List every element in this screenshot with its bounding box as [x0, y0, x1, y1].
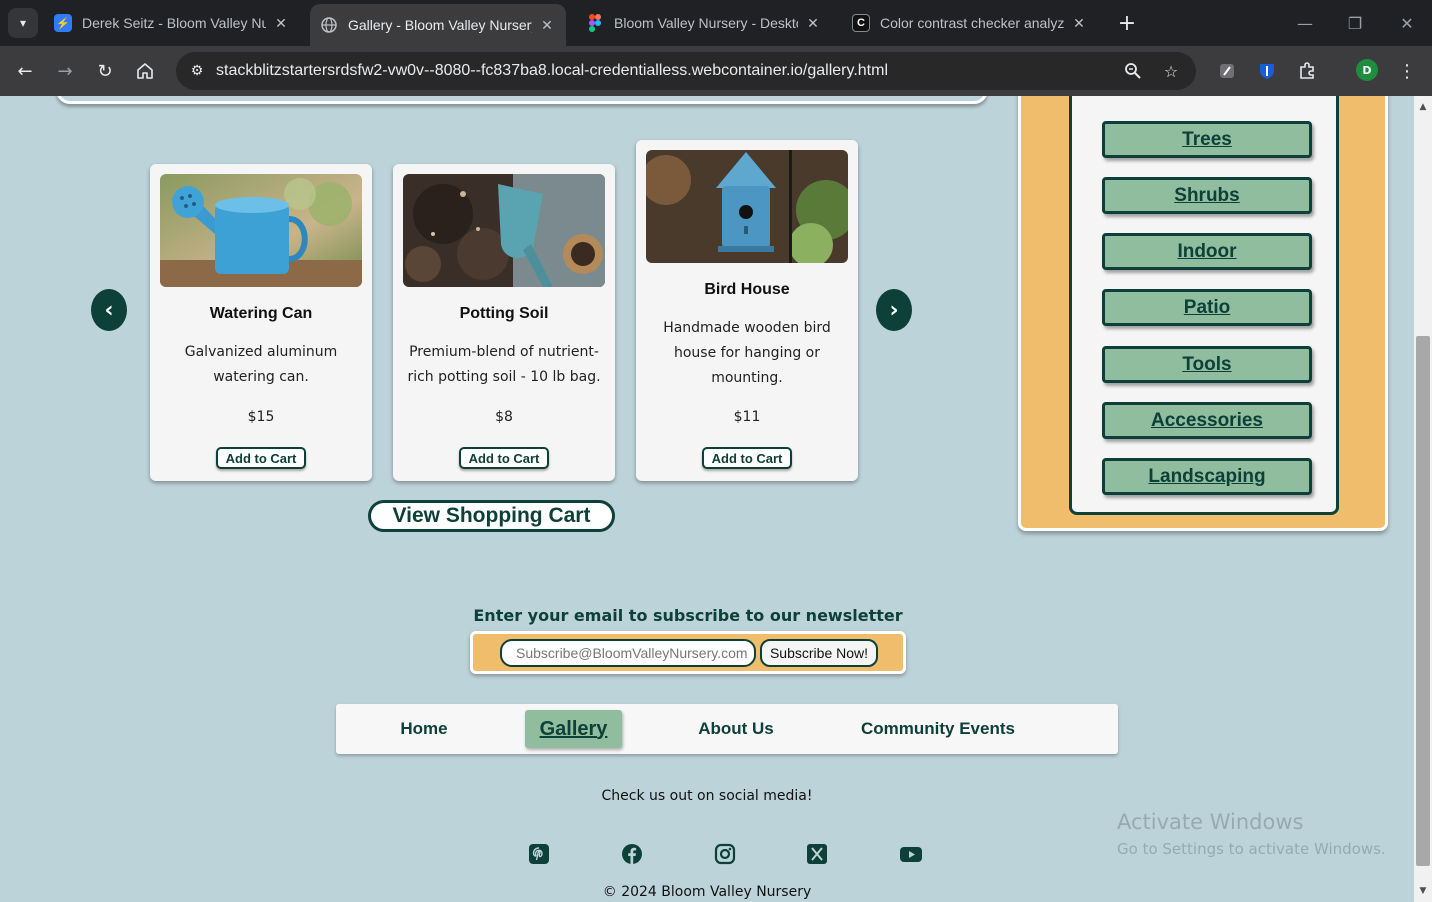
product-description: Galvanized aluminum watering can.: [184, 344, 338, 385]
tab-gallery[interactable]: Gallery - Bloom Valley Nursery ✕: [310, 4, 566, 46]
subscribe-button[interactable]: Subscribe Now!: [760, 639, 878, 667]
tab-figma[interactable]: Bloom Valley Nursery - Desktop ✕: [576, 7, 832, 39]
scrollbar-thumb[interactable]: [1416, 336, 1430, 866]
close-icon[interactable]: ✕: [538, 16, 556, 34]
minimize-button[interactable]: —: [1290, 8, 1320, 38]
category-patio[interactable]: Patio: [1102, 289, 1312, 326]
more-menu-icon[interactable]: ⋮: [1394, 58, 1420, 84]
bird-house-image: [646, 150, 848, 263]
tab-derek-seitz[interactable]: ⚡ Derek Seitz - Bloom Valley Nurs ✕: [44, 7, 300, 39]
youtube-icon[interactable]: [899, 843, 923, 865]
url-text[interactable]: stackblitzstartersrdsfw2-vw0v--8080--fc8…: [216, 62, 888, 80]
browser-toolbar: ← → ↻ ⚙ stackblitzstartersrdsfw2-vw0v--8…: [0, 46, 1432, 96]
scroll-up-icon[interactable]: ▲: [1416, 100, 1430, 114]
page-scrollbar[interactable]: ▲ ▼: [1414, 96, 1432, 902]
potting-soil-image: [403, 174, 605, 287]
close-icon[interactable]: ✕: [1070, 14, 1088, 32]
category-indoor[interactable]: Indoor: [1102, 233, 1312, 270]
site-info-icon[interactable]: ⚙: [184, 58, 210, 84]
scroll-down-icon[interactable]: ▼: [1416, 884, 1430, 898]
carousel-next-button[interactable]: ›: [876, 289, 912, 331]
product-description: Handmade wooden bird house for hanging o…: [663, 320, 831, 386]
globe-icon: [320, 16, 338, 34]
add-to-cart-button[interactable]: Add to Cart: [702, 447, 792, 469]
tab-title: Gallery - Bloom Valley Nursery: [348, 17, 532, 33]
new-tab-button[interactable]: +: [1114, 10, 1140, 36]
product-price: $11: [733, 409, 761, 425]
nav-about-us[interactable]: About Us: [676, 704, 796, 754]
extension-feather-icon[interactable]: [1214, 58, 1240, 84]
instagram-icon[interactable]: [714, 843, 736, 865]
close-icon[interactable]: ✕: [272, 14, 290, 32]
contrast-icon: C: [852, 14, 870, 32]
figma-icon: [586, 14, 604, 32]
category-shrubs[interactable]: Shrubs: [1102, 177, 1312, 214]
gallery-page: ‹ › Watering Can Galvanized aluminum wat: [0, 96, 1414, 902]
content-frame: [56, 96, 988, 104]
social-media-text: Check us out on social media!: [601, 788, 813, 804]
watering-can-image: [160, 174, 362, 287]
nav-home[interactable]: Home: [366, 704, 482, 754]
copyright-text: © 2024 Bloom Valley Nursery: [602, 884, 812, 900]
product-name: Bird House: [704, 281, 790, 298]
view-shopping-cart-button[interactable]: View Shopping Cart: [368, 500, 615, 532]
reload-icon[interactable]: ↻: [90, 56, 120, 86]
zoom-icon[interactable]: [1120, 58, 1146, 84]
activate-windows-title: Activate Windows: [1117, 810, 1304, 834]
tab-contrast-checker[interactable]: C Color contrast checker analyzer ✕: [842, 7, 1098, 39]
bolt-icon: ⚡: [54, 14, 72, 32]
product-card-bird-house: Bird House Handmade wooden bird house fo…: [636, 140, 858, 481]
product-card-potting-soil: Potting Soil Premium-blend of nutrient-r…: [393, 164, 615, 481]
forward-arrow-icon[interactable]: →: [50, 56, 80, 86]
product-card-watering-can: Watering Can Galvanized aluminum waterin…: [150, 164, 372, 481]
carousel-prev-button[interactable]: ‹: [91, 289, 127, 331]
tab-title: Derek Seitz - Bloom Valley Nurs: [82, 15, 266, 31]
product-description: Premium-blend of nutrient-rich potting s…: [407, 344, 601, 385]
tab-title: Color contrast checker analyzer: [880, 15, 1064, 31]
activate-windows-subtitle: Go to Settings to activate Windows.: [1117, 840, 1386, 858]
category-tools[interactable]: Tools: [1102, 346, 1312, 383]
extensions-puzzle-icon[interactable]: [1294, 58, 1320, 84]
nav-gallery[interactable]: Gallery: [525, 710, 622, 748]
category-landscaping[interactable]: Landscaping: [1102, 458, 1312, 495]
close-icon[interactable]: ✕: [804, 14, 822, 32]
close-window-button[interactable]: ✕: [1392, 8, 1422, 38]
nav-community-events[interactable]: Community Events: [848, 704, 1028, 754]
restore-button[interactable]: ❐: [1340, 8, 1370, 38]
category-trees[interactable]: Trees: [1102, 121, 1312, 158]
bookmark-star-icon[interactable]: ☆: [1158, 58, 1184, 84]
footer-nav: Home Gallery About Us Community Events: [336, 704, 1118, 754]
product-name: Potting Soil: [459, 305, 549, 322]
add-to-cart-button[interactable]: Add to Cart: [459, 447, 549, 469]
shield-icon[interactable]: [1254, 58, 1280, 84]
browser-tab-strip: ▾ ⚡ Derek Seitz - Bloom Valley Nurs ✕ Ga…: [0, 0, 1432, 46]
newsletter-label: Enter your email to subscribe to our new…: [473, 606, 903, 625]
category-list: Trees Shrubs Indoor Patio Tools Accessor…: [1069, 96, 1339, 515]
product-price: $15: [247, 409, 275, 425]
category-sidebar: Trees Shrubs Indoor Patio Tools Accessor…: [1018, 96, 1388, 531]
home-icon[interactable]: [130, 56, 160, 86]
profile-avatar[interactable]: D: [1356, 59, 1378, 81]
facebook-icon[interactable]: [621, 843, 643, 865]
tab-title: Bloom Valley Nursery - Desktop: [614, 15, 798, 31]
newsletter-form: Subscribe Now!: [470, 631, 906, 674]
back-arrow-icon[interactable]: ←: [10, 56, 40, 86]
tab-search-button[interactable]: ▾: [8, 8, 38, 38]
pinterest-icon[interactable]: [528, 843, 550, 865]
email-input[interactable]: [500, 639, 756, 667]
address-bar[interactable]: ⚙ stackblitzstartersrdsfw2-vw0v--8080--f…: [176, 52, 1196, 90]
add-to-cart-button[interactable]: Add to Cart: [216, 447, 306, 469]
product-price: $8: [495, 409, 513, 425]
x-icon[interactable]: [806, 843, 828, 865]
product-name: Watering Can: [209, 305, 313, 322]
category-accessories[interactable]: Accessories: [1102, 402, 1312, 439]
